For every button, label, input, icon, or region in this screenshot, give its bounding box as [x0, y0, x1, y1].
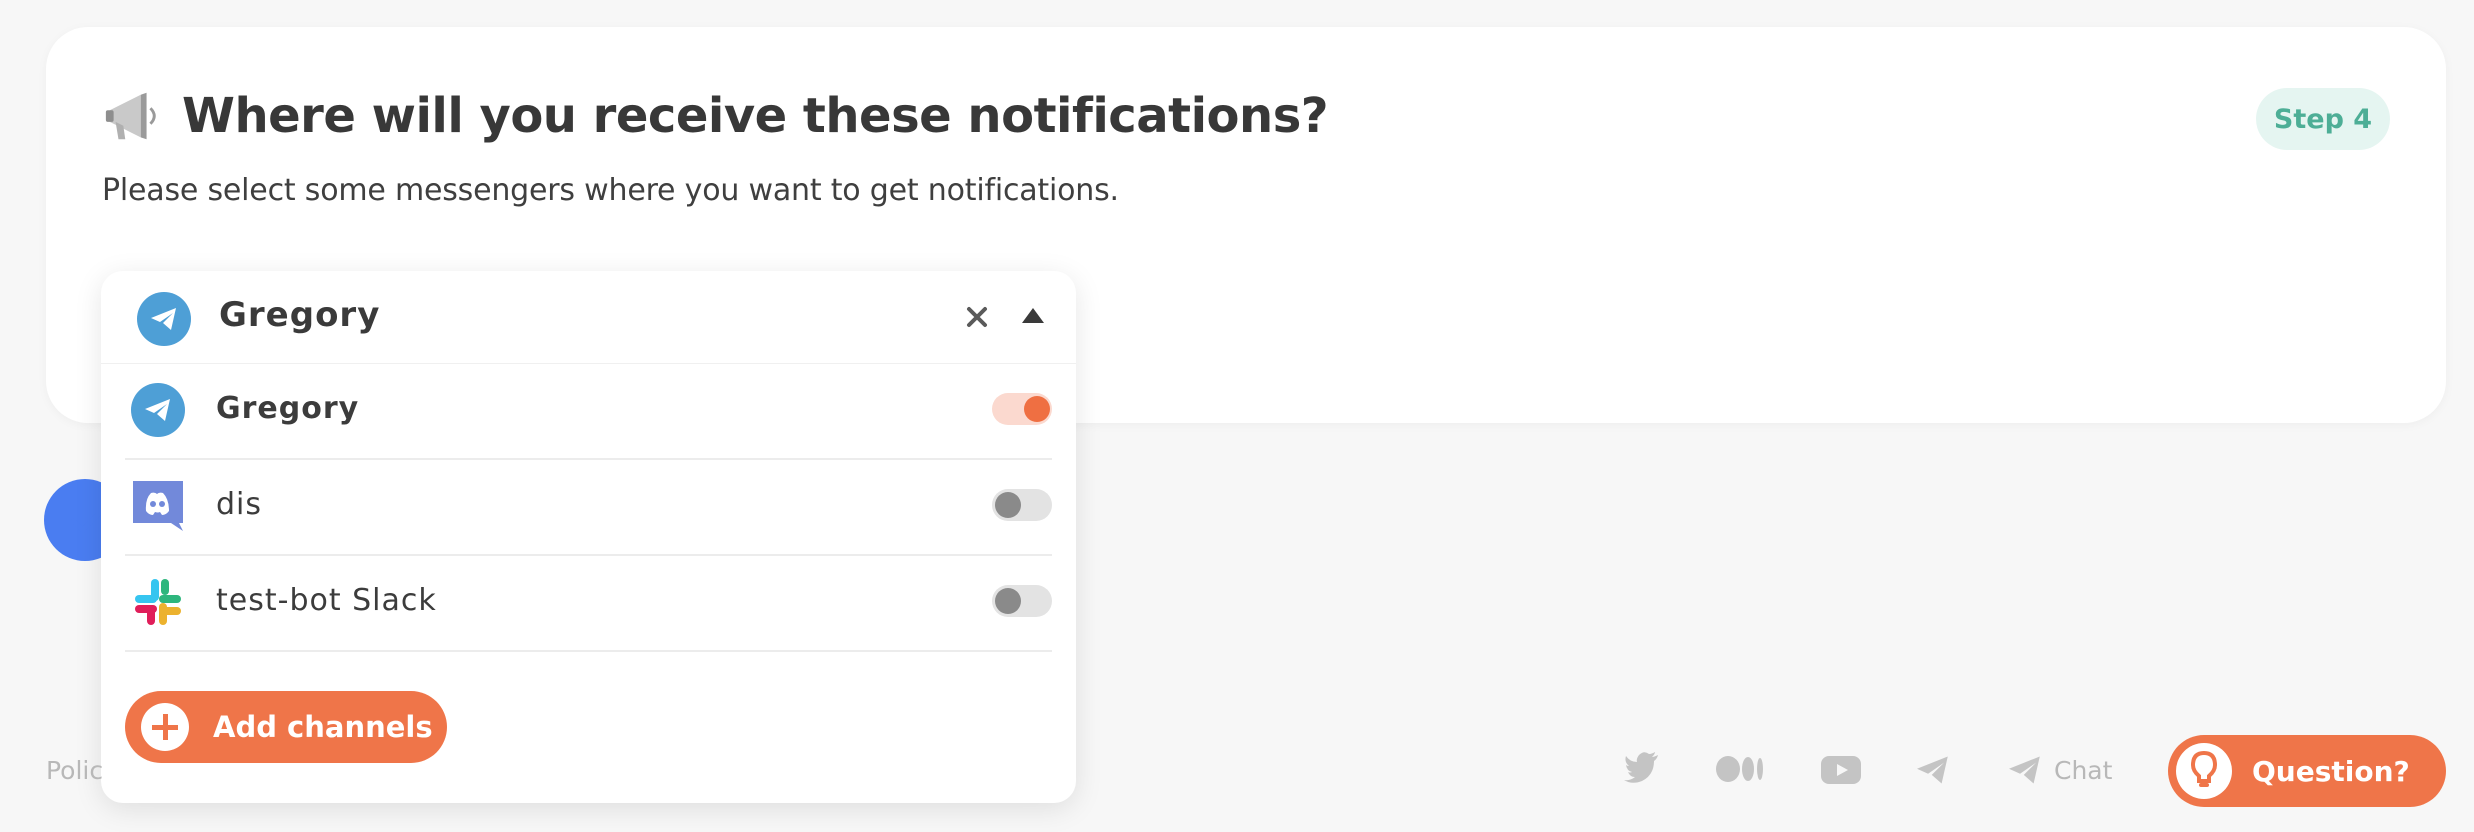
medium-icon[interactable]: [1716, 756, 1766, 782]
twitter-icon[interactable]: [1624, 751, 1660, 783]
title-row: Where will you receive these notificatio…: [102, 85, 1329, 147]
list-item[interactable]: Gregory: [125, 363, 1052, 460]
question-label: Question?: [2252, 754, 2410, 788]
chat-icon[interactable]: [2006, 754, 2044, 786]
clear-icon[interactable]: [959, 299, 995, 335]
telegram-icon: [131, 383, 185, 437]
add-channels-label: Add channels: [213, 710, 433, 744]
list-item-label: Gregory: [216, 391, 360, 426]
discord-icon: [133, 481, 183, 531]
question-button[interactable]: Question?: [2168, 735, 2446, 807]
slack-icon: [135, 579, 181, 625]
list-item-label: dis: [216, 487, 263, 522]
dropdown-selected-value: Gregory: [219, 295, 381, 335]
toggle-switch[interactable]: [992, 489, 1052, 521]
policy-link[interactable]: Polic: [46, 756, 103, 785]
page-subtitle: Please select some messengers where you …: [102, 173, 1119, 208]
telegram-icon[interactable]: [1914, 754, 1952, 786]
step-badge: Step 4: [2256, 88, 2390, 150]
add-channels-button[interactable]: Add channels: [125, 691, 447, 763]
lightbulb-icon: [2176, 743, 2232, 799]
chat-link[interactable]: Chat: [2054, 756, 2112, 785]
chevron-up-icon[interactable]: [1019, 303, 1047, 327]
megaphone-icon: [105, 92, 156, 140]
plus-icon: [141, 703, 189, 751]
toggle-switch[interactable]: [992, 585, 1052, 617]
toggle-switch[interactable]: [992, 393, 1052, 425]
list-item-label: test-bot Slack: [216, 583, 437, 618]
telegram-icon: [137, 292, 191, 346]
youtube-icon[interactable]: [1821, 756, 1861, 784]
list-item[interactable]: test-bot Slack: [125, 555, 1052, 652]
list-item[interactable]: dis: [125, 459, 1052, 556]
page-title: Where will you receive these notificatio…: [182, 88, 1329, 144]
dropdown-header[interactable]: Gregory: [101, 271, 1076, 364]
messenger-dropdown: Gregory Gregory dis test-bot Slack Add c…: [101, 271, 1076, 803]
